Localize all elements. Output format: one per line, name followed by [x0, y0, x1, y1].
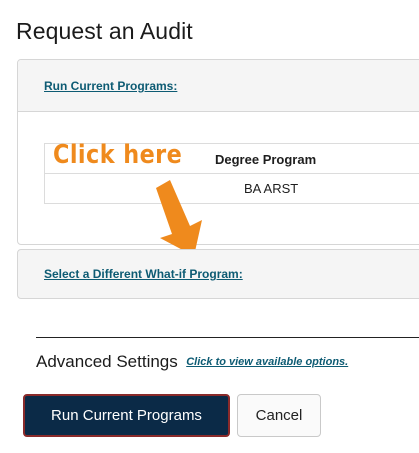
arrow-down-left-icon — [156, 180, 202, 256]
degree-program-cell: BA ARST — [244, 181, 299, 196]
whatif-program-card: Select a Different What-if Program: — [17, 249, 419, 299]
column-header-degree-program: Degree Program — [215, 152, 317, 167]
section-divider — [36, 337, 419, 338]
view-advanced-options-link[interactable]: Click to view available options. — [186, 356, 348, 368]
page-title: Request an Audit — [16, 18, 193, 44]
click-here-annotation: Click here — [53, 140, 183, 170]
run-current-programs-button[interactable]: Run Current Programs — [23, 394, 230, 437]
advanced-settings-row: Advanced Settings Click to view availabl… — [36, 352, 348, 372]
current-programs-header: Run Current Programs: — [18, 60, 419, 112]
arrow-shape — [156, 180, 202, 256]
advanced-settings-label: Advanced Settings — [36, 352, 178, 371]
run-current-programs-link[interactable]: Run Current Programs: — [44, 79, 177, 93]
audit-request-page: Request an Audit Run Current Programs: D… — [0, 0, 419, 453]
table-row[interactable]: BA ARST — [45, 174, 419, 204]
select-whatif-program-link[interactable]: Select a Different What-if Program: — [44, 267, 243, 281]
cancel-button[interactable]: Cancel — [237, 394, 321, 437]
